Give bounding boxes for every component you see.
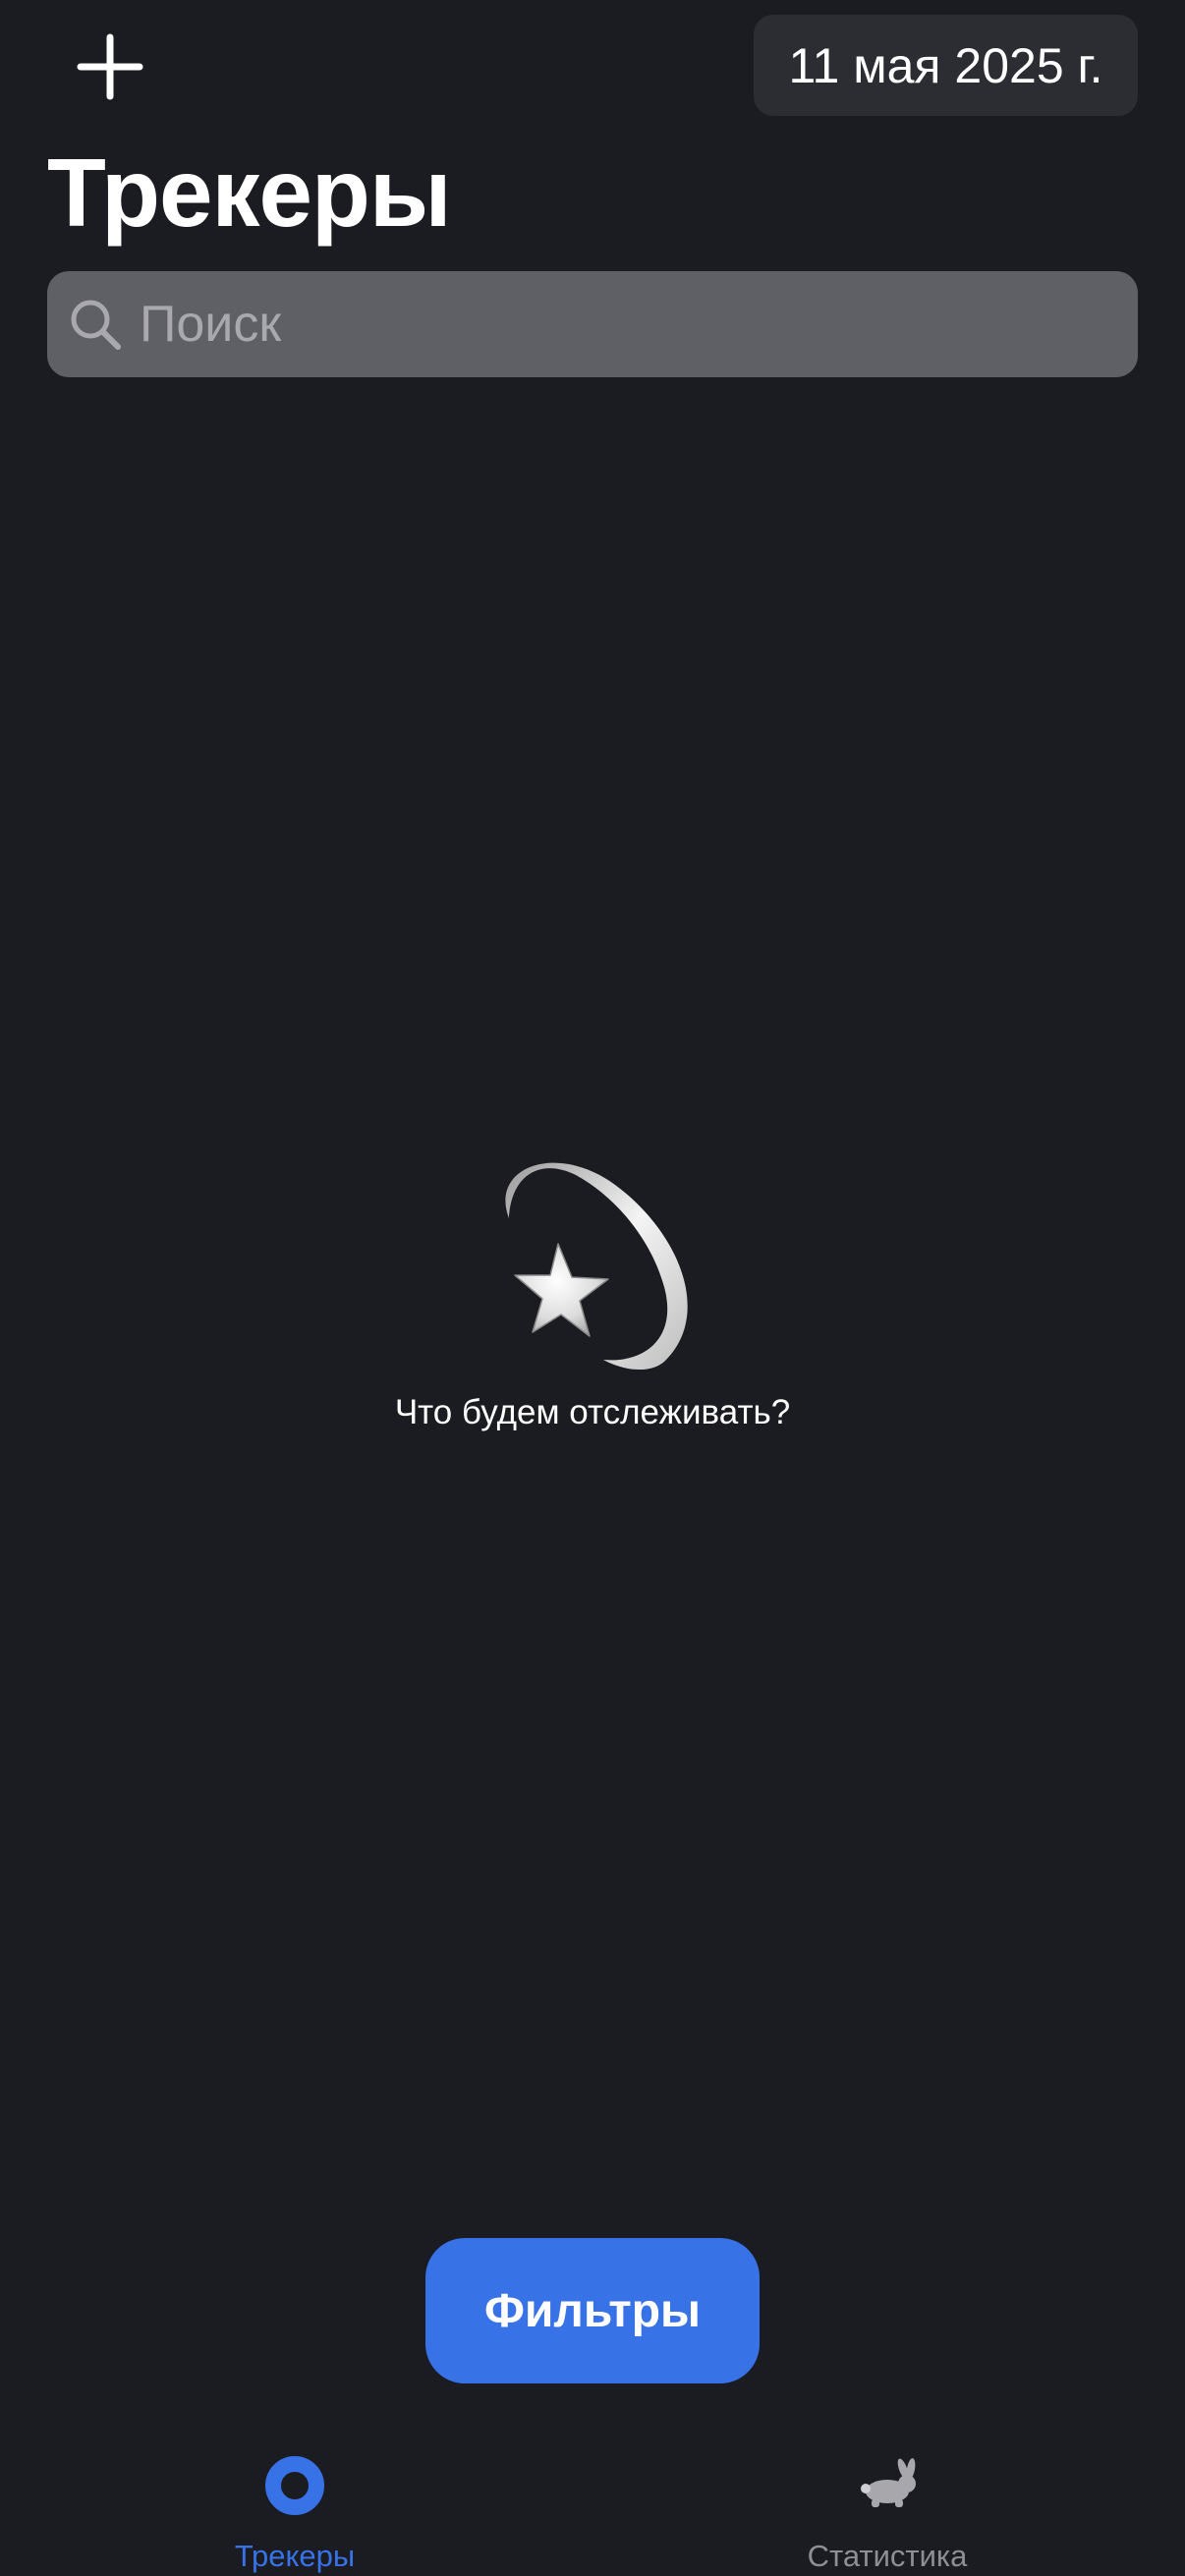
tab-bar: Трекеры Статистика bbox=[0, 2427, 1185, 2576]
empty-state-text: Что будем отслеживать? bbox=[394, 1393, 791, 1431]
tab-statistics-label: Статистика bbox=[807, 2539, 968, 2573]
tab-statistics[interactable]: Статистика bbox=[740, 2427, 1035, 2576]
trackers-ring-icon bbox=[265, 2456, 324, 2515]
magnifier-icon bbox=[71, 300, 121, 350]
tab-trackers[interactable]: Трекеры bbox=[147, 2427, 442, 2576]
search-bar[interactable] bbox=[47, 270, 1138, 378]
date-picker[interactable]: 11 мая 2025 г. bbox=[754, 15, 1138, 116]
search-input[interactable] bbox=[138, 270, 1138, 378]
add-tracker-button[interactable] bbox=[71, 28, 149, 106]
rabbit-icon bbox=[861, 2458, 916, 2507]
date-label: 11 мая 2025 г. bbox=[788, 37, 1103, 93]
dizzy-star-icon bbox=[505, 1162, 688, 1371]
tab-trackers-label: Трекеры bbox=[234, 2539, 356, 2573]
plus-icon bbox=[77, 33, 143, 100]
page-title: Трекеры bbox=[47, 139, 452, 247]
filters-button[interactable]: Фильтры bbox=[425, 2238, 760, 2383]
